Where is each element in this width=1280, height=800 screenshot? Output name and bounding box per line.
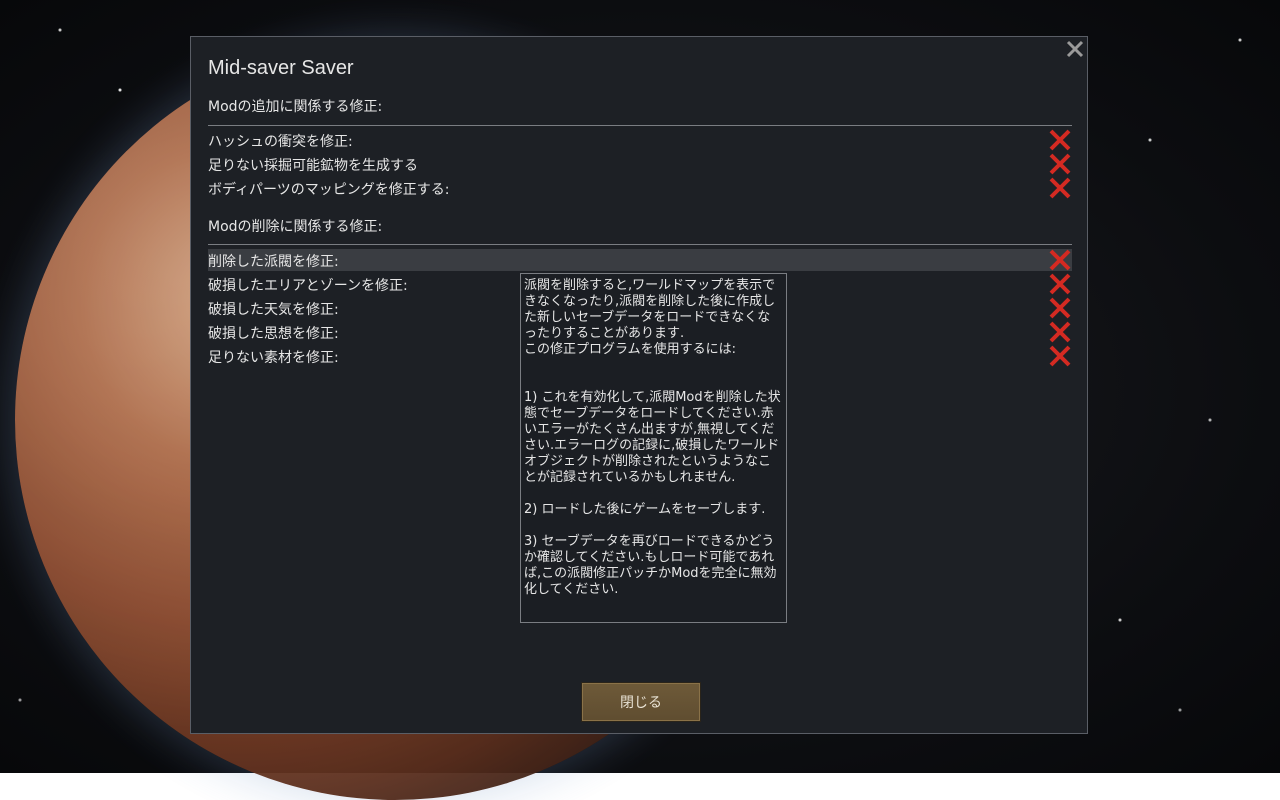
disabled-x-icon[interactable] [1048, 321, 1072, 343]
disabled-x-icon[interactable] [1048, 345, 1072, 367]
disabled-x-icon[interactable] [1048, 297, 1072, 319]
disabled-x-icon[interactable] [1048, 177, 1072, 199]
close-x-icon[interactable] [1065, 39, 1085, 59]
tooltip-deleted-factions: 派閥を削除すると,ワールドマップを表示できなくなったり,派閥を削除した後に作成し… [520, 273, 787, 623]
fix-label: 足りない採掘可能鉱物を生成する [208, 158, 418, 174]
disabled-x-icon[interactable] [1048, 129, 1072, 151]
mid-saver-dialog: Mid-saver Saver Modの追加に関係する修正: ハッシュの衝突を修… [190, 36, 1088, 734]
fix-label: 足りない素材を修正: [208, 350, 339, 366]
divider [208, 244, 1072, 245]
divider [208, 125, 1072, 126]
fix-label: 破損した思想を修正: [208, 326, 339, 342]
fix-row-missing-minerals[interactable]: 足りない採掘可能鉱物を生成する [208, 153, 1072, 175]
fix-label: 破損したエリアとゾーンを修正: [208, 278, 408, 294]
disabled-x-icon[interactable] [1048, 153, 1072, 175]
fix-row-deleted-factions[interactable]: 削除した派閥を修正: [208, 249, 1072, 271]
close-button[interactable]: 閉じる [581, 682, 701, 722]
disabled-x-icon[interactable] [1048, 249, 1072, 271]
section-header-mod-remove: Modの削除に関係する修正: [208, 219, 383, 235]
fix-row-hash-collision[interactable]: ハッシュの衝突を修正: [208, 129, 1072, 151]
fix-label: ハッシュの衝突を修正: [208, 134, 353, 150]
dialog-title: Mid-saver Saver [208, 57, 354, 79]
section-header-mod-add: Modの追加に関係する修正: [208, 99, 383, 115]
fix-row-body-parts[interactable]: ボディパーツのマッピングを修正する: [208, 177, 1072, 199]
fix-label: 削除した派閥を修正: [208, 254, 339, 270]
fix-label: 破損した天気を修正: [208, 302, 339, 318]
fix-label: ボディパーツのマッピングを修正する: [208, 182, 450, 198]
disabled-x-icon[interactable] [1048, 273, 1072, 295]
